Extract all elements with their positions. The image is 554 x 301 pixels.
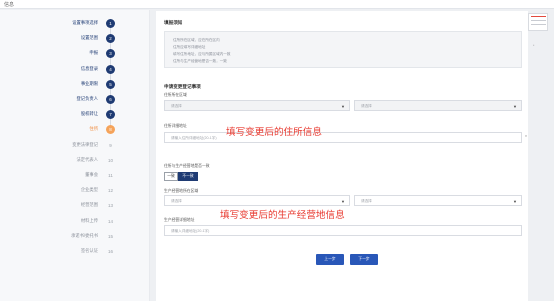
step-number-badge: 4: [106, 64, 115, 74]
business-annotation: 填写变更后的生产经营地信息: [220, 210, 345, 221]
step-item[interactable]: 经营范围 13: [0, 200, 150, 212]
step-number-badge: 2: [106, 34, 115, 44]
biz-address-input[interactable]: 请输入详细地址(20-1字): [164, 225, 522, 236]
step-sidebar: 设置事项选择 1 设置范围 2 申报 3 信息登录 4 事业期限 5 登记负责人 6 股权转让 7 住所 8 变…: [0, 10, 150, 301]
step-item[interactable]: 签名认证 16: [0, 246, 150, 258]
same-no-option[interactable]: 不一致: [178, 172, 198, 181]
same-yes-option[interactable]: 一致: [164, 172, 178, 181]
step-label: 签名认证: [80, 248, 98, 253]
dropdown-arrow-icon: ▼: [513, 199, 517, 204]
step-number-badge: 12: [107, 188, 113, 194]
required-mark: *: [525, 135, 527, 141]
step-label: 设置事项选择: [72, 20, 98, 25]
dropdown-arrow-icon: ▼: [341, 199, 345, 204]
dropdown-arrow-icon: ▼: [513, 104, 517, 109]
residence-city-select[interactable]: 请选择 ▼: [164, 100, 350, 111]
step-item[interactable]: 承诺书/委托书 15: [0, 231, 150, 243]
step-number-badge: 1: [106, 19, 115, 28]
step-number-badge: 6: [106, 95, 115, 104]
step-item[interactable]: 法定代表人 10: [0, 155, 150, 167]
step-number-badge: 5: [106, 79, 115, 89]
step-number-badge: 15: [107, 233, 113, 239]
notice-line: 住所应填写详细地址: [173, 45, 206, 49]
step-number-badge: 11: [108, 173, 113, 178]
step-item[interactable]: 设置事项选择 1: [0, 18, 150, 30]
step-number-badge: 13: [107, 203, 113, 209]
biz-city-select[interactable]: 请选择 ▼: [164, 195, 350, 206]
step-label: 信息登录: [80, 65, 98, 71]
step-item[interactable]: 申报 3: [0, 48, 150, 60]
step-label: 设置范围: [80, 35, 98, 41]
select-value: 请选择: [171, 199, 182, 203]
window-title-bar: 信息: [0, 0, 554, 9]
step-label: 材料上传: [80, 217, 98, 223]
notice-line: 住所与生产经营地是否一致，一致: [173, 59, 227, 63]
step-item[interactable]: 登记负责人 6: [0, 94, 150, 106]
input-placeholder: 请输入详细地址(20-1字): [171, 229, 210, 233]
residence-region-label: 住所所在区域: [164, 93, 187, 97]
step-number-badge: 16: [107, 249, 113, 254]
notice-line: 住所所在区域，应在所在区内: [173, 38, 220, 42]
residence-address-input[interactable]: 请输入住所详细地址(20-1字): [164, 132, 522, 143]
step-label: 法定代表人: [76, 156, 98, 162]
step-item[interactable]: 事业期限 5: [0, 79, 150, 91]
select-value: 请选择: [361, 199, 372, 203]
input-placeholder: 请输入住所详细地址(20-1字): [171, 136, 217, 140]
prev-step-button[interactable]: 上一步: [316, 254, 344, 265]
step-item[interactable]: 董事会 11: [0, 170, 150, 182]
step-label: 申报: [89, 50, 98, 56]
step-label: 企业类型: [80, 187, 98, 193]
step-item[interactable]: 住所 8: [0, 124, 150, 136]
step-label: 登记负责人: [76, 96, 98, 101]
residence-annotation: 填写变更后的住所信息: [226, 127, 322, 138]
step-number-badge: 10: [107, 157, 113, 163]
step-label: 住所: [89, 126, 98, 132]
biz-district-select[interactable]: 请选择 ▼: [354, 195, 522, 206]
stamp-icon: [528, 13, 548, 31]
select-value: 请选择: [171, 104, 182, 108]
step-item[interactable]: 变更法律登记 9: [0, 140, 150, 152]
main-panel: 填报须知 住所所在区域，应在所在区内 住所应填写详细地址 填写住所地址，应与所属…: [156, 11, 528, 301]
step-item[interactable]: 信息登录 4: [0, 64, 150, 76]
residence-address-label: 住所详细地址: [164, 124, 187, 128]
residence-district-select[interactable]: 请选择 ▼: [354, 100, 522, 111]
same-question-label: 住所与生产经营地是否一致: [164, 164, 210, 168]
biz-region-label: 生产经营地所在区域: [164, 189, 199, 193]
biz-address-label: 生产经营详细地址: [164, 218, 195, 222]
step-item[interactable]: 设置范围 2: [0, 33, 150, 45]
required-mark: *: [533, 44, 535, 48]
step-label: 承诺书/委托书: [71, 232, 98, 238]
step-item[interactable]: 材料上传 14: [0, 216, 150, 228]
step-item[interactable]: 股权转让 7: [0, 109, 150, 121]
notice-line: 填写住所地址，应与所属区域内一致: [173, 52, 231, 56]
notice-box: 住所所在区域，应在所在区内 住所应填写详细地址 填写住所地址，应与所属区域内一致…: [164, 31, 522, 68]
dropdown-arrow-icon: ▼: [341, 104, 345, 109]
step-number-badge: 8: [106, 125, 115, 135]
step-label: 董事会: [85, 172, 98, 177]
step-item[interactable]: 企业类型 12: [0, 185, 150, 197]
step-label: 经营范围: [80, 202, 98, 208]
step-label: 股权转让: [80, 111, 98, 117]
step-number-badge: 14: [107, 218, 113, 224]
step-label: 变更法律登记: [72, 141, 98, 147]
notice-title: 填报须知: [164, 20, 183, 25]
next-step-button[interactable]: 下一步: [350, 254, 378, 265]
step-label: 事业期限: [80, 80, 98, 86]
section-title: 申请变更登记事项: [164, 84, 201, 89]
select-value: 请选择: [361, 104, 372, 108]
step-number-badge: 7: [106, 110, 115, 120]
step-number-badge: 9: [109, 142, 112, 148]
step-number-badge: 3: [106, 49, 115, 59]
window-title: 信息: [4, 2, 15, 8]
